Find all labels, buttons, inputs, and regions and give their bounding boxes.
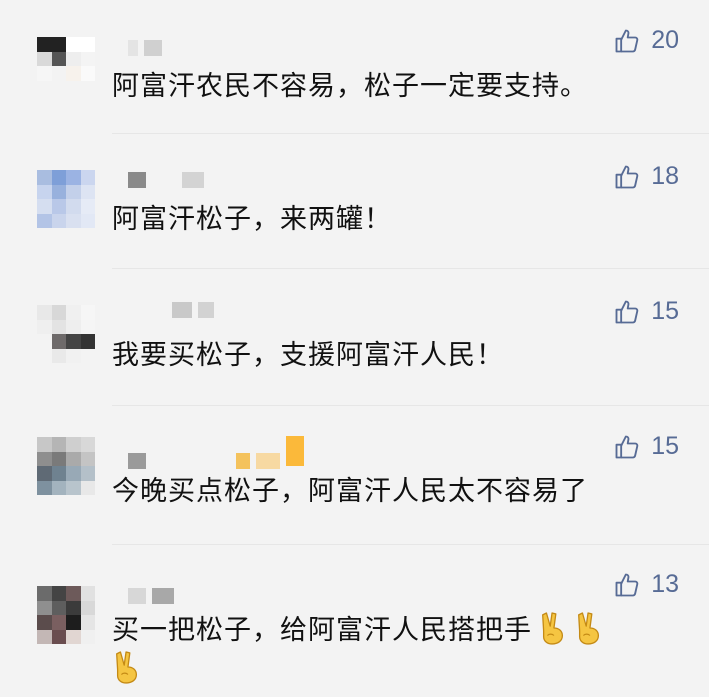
divider: [112, 544, 709, 545]
avatar[interactable]: [37, 305, 95, 363]
like-count: 18: [651, 162, 679, 190]
like-count: 15: [651, 432, 679, 460]
like-count: 13: [651, 570, 679, 598]
avatar[interactable]: [37, 170, 95, 228]
divider: [112, 268, 709, 269]
comment-text: 阿富汗农民不容易，松子一定要支持。: [112, 71, 588, 102]
like-button[interactable]: 15: [613, 297, 679, 326]
comment-text: 买一把松子，给阿富汗人民搭把手: [112, 611, 679, 689]
comment-text: 阿富汗松子，来两罐！: [112, 204, 392, 235]
comment-text: 我要买松子，支援阿富汗人民！: [112, 340, 504, 371]
nickname[interactable]: [128, 586, 174, 606]
avatar[interactable]: [37, 437, 95, 495]
nickname[interactable]: [128, 170, 204, 190]
nickname[interactable]: [128, 300, 214, 320]
thumbs-up-icon: [615, 300, 639, 323]
like-button[interactable]: 18: [613, 162, 679, 191]
comment-text: 今晚买点松子，阿富汗人民太不容易了: [112, 476, 588, 507]
thumbs-up-icon: [615, 165, 639, 188]
thumbs-up-icon: [615, 435, 639, 458]
avatar[interactable]: [37, 586, 95, 644]
victory-hand-emoji: [116, 651, 138, 684]
avatar[interactable]: [37, 37, 95, 95]
comment-text-content: 买一把松子，给阿富汗人民搭把手: [112, 615, 532, 646]
like-count: 20: [651, 26, 679, 54]
like-button[interactable]: 20: [613, 26, 679, 55]
divider: [112, 405, 709, 406]
nickname[interactable]: [128, 436, 304, 471]
divider: [112, 133, 709, 134]
like-count: 15: [651, 297, 679, 325]
like-button[interactable]: 15: [613, 432, 679, 461]
thumbs-up-icon: [615, 29, 639, 52]
victory-hand-emoji: [578, 612, 600, 645]
victory-hand-emoji: [542, 612, 564, 645]
thumbs-up-icon: [615, 573, 639, 596]
nickname[interactable]: [128, 38, 162, 58]
like-button[interactable]: 13: [613, 570, 679, 599]
